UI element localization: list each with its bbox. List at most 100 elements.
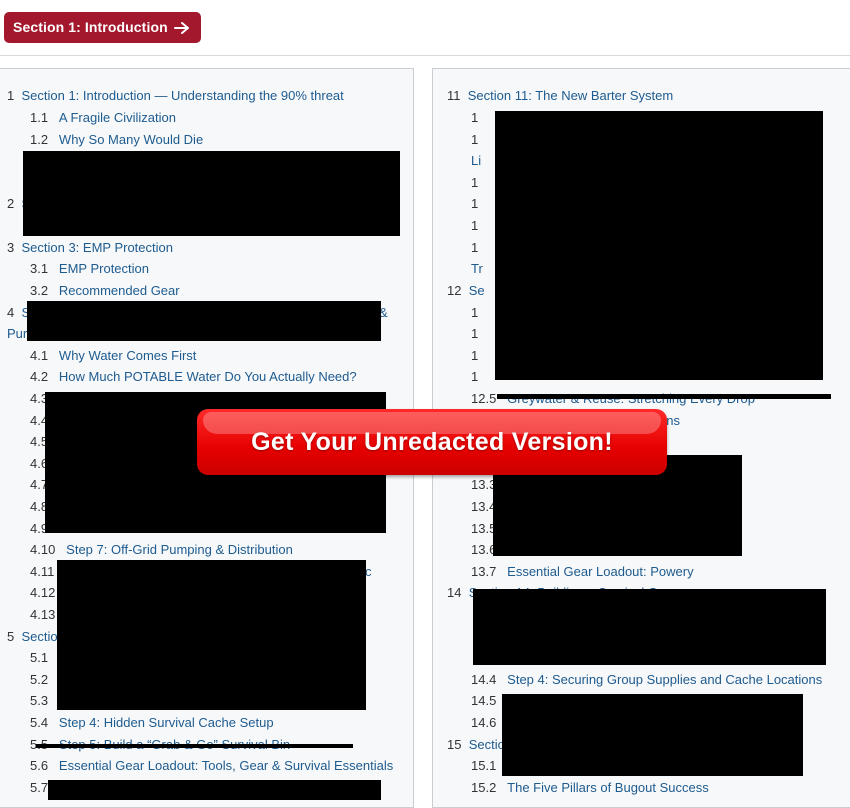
toc-item[interactable]: 1 <box>471 132 478 148</box>
toc-item[interactable]: 1 <box>471 110 478 126</box>
toc-item[interactable]: 1 Section 1: Introduction — Understandin… <box>7 88 344 104</box>
toc-num: 5 <box>7 629 15 644</box>
toc-num: 1 <box>471 196 479 211</box>
toc-num: 15.1 <box>471 758 497 773</box>
toc-item-wrap[interactable]: Li <box>471 153 481 169</box>
toc-item[interactable]: 5.6 Essential Gear Loadout: Tools, Gear … <box>30 758 393 774</box>
toc-item[interactable]: 3.1 EMP Protection <box>30 261 149 277</box>
toc-link[interactable]: Why Water Comes First <box>59 348 196 363</box>
toc-num: 15 <box>447 737 462 752</box>
toc-link[interactable]: Tr <box>471 261 483 276</box>
toc-link[interactable]: Recommended Gear <box>59 283 180 298</box>
toc-num: 2 <box>7 196 15 211</box>
toc-num: 4.11 <box>30 564 55 579</box>
toc-item[interactable]: 14.6 <box>471 715 496 731</box>
toc-item[interactable]: 13.7 Essential Gear Loadout: Powery <box>471 564 694 580</box>
toc-item[interactable]: 4.11 <box>30 564 54 580</box>
toc-link[interactable]: Step 4: Securing Group Supplies and Cach… <box>507 672 822 687</box>
redaction-block <box>495 111 823 380</box>
toc-num: 12.5 <box>471 391 497 406</box>
section-nav-button[interactable]: Section 1: Introduction <box>4 12 201 43</box>
unredacted-cta-button[interactable]: Get Your Unredacted Version! <box>197 409 667 475</box>
toc-item-wrap[interactable]: Pur <box>7 326 27 342</box>
toc-num: 4.2 <box>30 369 49 384</box>
toc-num: 5.2 <box>30 672 49 687</box>
toc-item[interactable]: 1 <box>471 240 478 256</box>
redaction-strike <box>497 394 831 399</box>
toc-link[interactable]: Sectio <box>469 737 505 752</box>
toc-num: 3.1 <box>30 261 49 276</box>
toc-num: 13.7 <box>471 564 497 579</box>
toc-num: 1 <box>471 175 479 190</box>
toc-num: 5.3 <box>30 693 49 708</box>
top-bar: Section 1: Introduction <box>0 0 850 56</box>
toc-num: 4 <box>7 305 15 320</box>
toc-link[interactable]: Why So Many Would Die <box>59 132 203 147</box>
toc-num: 4.12 <box>30 585 56 600</box>
toc-num: 12 <box>447 283 462 298</box>
toc-link[interactable]: Section 11: The New Barter System <box>468 88 673 103</box>
toc-item[interactable]: 4.10 Step 7: Off-Grid Pumping & Distribu… <box>30 542 293 558</box>
toc-num: 5.1 <box>30 650 49 665</box>
toc-link[interactable]: Essential Gear Loadout: Powery <box>507 564 693 579</box>
toc-item[interactable]: 15.2 The Five Pillars of Bugout Success <box>471 780 709 796</box>
toc-link[interactable]: Section 3: EMP Protection <box>21 240 173 255</box>
toc-item[interactable]: 1 <box>471 218 478 234</box>
toc-item[interactable]: 1 <box>471 175 478 191</box>
toc-num: 1 <box>471 348 479 363</box>
toc-item[interactable]: 15.1 <box>471 758 496 774</box>
toc-item[interactable]: 5.7 <box>30 780 48 796</box>
toc-num: 14.5 <box>471 693 497 708</box>
toc-item[interactable]: 11 Section 11: The New Barter System <box>447 88 673 104</box>
toc-num: 3 <box>7 240 15 255</box>
toc-item[interactable]: 12 Se <box>447 283 485 299</box>
toc-item[interactable]: 3 Section 3: EMP Protection <box>7 240 173 256</box>
toc-item-wrap[interactable]: Tr <box>471 261 483 277</box>
toc-num: 1.1 <box>30 110 49 125</box>
toc-link[interactable]: Se <box>469 283 485 298</box>
toc-item[interactable]: 3.2 Recommended Gear <box>30 283 180 299</box>
toc-item[interactable]: 1.1 A Fragile Civilization <box>30 110 176 126</box>
toc-item[interactable]: 4.12 <box>30 585 55 601</box>
toc-link[interactable]: A Fragile Civilization <box>59 110 176 125</box>
toc-link[interactable]: Pur <box>7 326 27 341</box>
cta-label: Get Your Unredacted Version! <box>251 428 613 456</box>
toc-item[interactable]: 15 Sectio <box>447 737 505 753</box>
toc-num: 3.2 <box>30 283 49 298</box>
toc-item[interactable]: 4.1 Why Water Comes First <box>30 348 196 364</box>
toc-item[interactable]: 14.4 Step 4: Securing Group Supplies and… <box>471 672 822 688</box>
toc-item[interactable]: 14.5 <box>471 693 496 709</box>
toc-num: 1 <box>471 218 479 233</box>
redaction-block <box>27 301 381 341</box>
toc-link[interactable]: Step 7: Off-Grid Pumping & Distribution <box>66 542 293 557</box>
toc-link[interactable]: The Five Pillars of Bugout Success <box>507 780 709 795</box>
toc-num: 1 <box>471 369 479 384</box>
toc-num: 4.13 <box>30 607 56 622</box>
toc-num: 1 <box>471 326 479 341</box>
toc-item[interactable]: 1 <box>471 326 478 342</box>
toc-num: 14 <box>447 585 462 600</box>
toc-item[interactable]: 1 <box>471 196 478 212</box>
toc-num: 14.6 <box>471 715 497 730</box>
toc-item[interactable]: 1 <box>471 369 478 385</box>
toc-num: 5.7 <box>30 780 49 795</box>
toc-item[interactable]: 4.13 <box>30 607 55 623</box>
toc-item[interactable]: 5.4 Step 4: Hidden Survival Cache Setup <box>30 715 274 731</box>
toc-link[interactable]: Li <box>471 153 481 168</box>
toc-item[interactable]: 1.2 Why So Many Would Die <box>30 132 203 148</box>
toc-num: 14.4 <box>471 672 497 687</box>
toc-link[interactable]: Step 4: Hidden Survival Cache Setup <box>59 715 274 730</box>
toc-link[interactable]: Section 1: Introduction — Understanding … <box>21 88 343 103</box>
toc-link[interactable]: How Much POTABLE Water Do You Actually N… <box>59 369 357 384</box>
arrow-right-icon <box>173 21 189 34</box>
toc-item[interactable]: 1 <box>471 305 478 321</box>
toc-item[interactable]: 1 <box>471 348 478 364</box>
toc-link[interactable]: Essential Gear Loadout: Tools, Gear & Su… <box>59 758 393 773</box>
toc-num: 15.2 <box>471 780 497 795</box>
redaction-block <box>502 694 803 776</box>
redaction-block <box>23 151 400 236</box>
toc-num: 1.2 <box>30 132 49 147</box>
toc-num: 5.4 <box>30 715 49 730</box>
toc-item[interactable]: 4.2 How Much POTABLE Water Do You Actual… <box>30 369 357 385</box>
toc-link[interactable]: EMP Protection <box>59 261 149 276</box>
